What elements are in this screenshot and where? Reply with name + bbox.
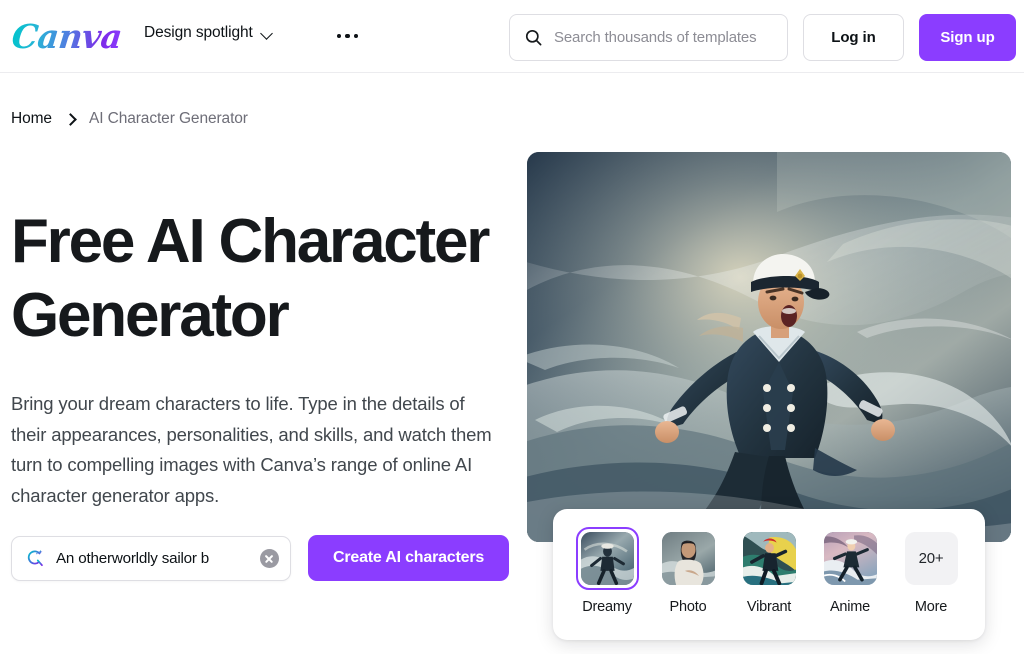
hero-image xyxy=(527,152,1011,542)
style-thumbnail-anime xyxy=(823,532,877,585)
style-thumb-frame xyxy=(657,527,720,590)
site-header: Canva Design spotlight Log in Sign up xyxy=(0,0,1024,73)
style-label: Vibrant xyxy=(746,599,792,615)
style-label: Photo xyxy=(669,599,707,615)
style-thumbnail-photo xyxy=(661,532,715,585)
style-thumb-frame xyxy=(575,527,639,590)
search-input[interactable] xyxy=(554,29,773,46)
hero-text-column: Free AI Character Generator Bring your d… xyxy=(11,205,511,511)
style-option-photo[interactable]: Photo xyxy=(656,527,721,615)
ellipsis-dot xyxy=(353,34,359,39)
signup-button[interactable]: Sign up xyxy=(919,14,1016,61)
page-root: Canva Design spotlight Log in Sign up Ho… xyxy=(0,0,1024,654)
style-thumbnail-vibrant xyxy=(742,532,796,585)
create-ai-characters-button[interactable]: Create AI characters xyxy=(308,535,510,581)
style-more-badge: 20+ xyxy=(904,532,958,585)
style-option-anime[interactable]: Anime xyxy=(818,527,883,615)
search-box[interactable] xyxy=(509,14,788,61)
hero-description: Bring your dream characters to life. Typ… xyxy=(11,393,492,506)
canva-logo-text: Canva xyxy=(9,16,124,56)
style-label: More xyxy=(914,599,948,615)
style-label: Dreamy xyxy=(582,599,632,615)
breadcrumb-current-page: AI Character Generator xyxy=(88,110,248,127)
login-button[interactable]: Log in xyxy=(803,14,904,61)
style-thumb-frame xyxy=(738,527,801,590)
style-thumb-frame: 20+ xyxy=(900,527,963,590)
magic-search-icon xyxy=(25,548,46,569)
ellipsis-dot xyxy=(337,34,342,39)
style-thumbnail-dreamy xyxy=(580,532,634,585)
style-option-dreamy[interactable]: Dreamy xyxy=(575,527,640,615)
nav-design-spotlight-label: Design spotlight xyxy=(144,24,253,41)
style-thumb-frame xyxy=(819,527,882,590)
style-picker: Dreamy Photo Vibrant Anime 20+ More xyxy=(553,509,985,640)
prompt-input-field[interactable]: An otherworldly sailor b xyxy=(11,535,291,581)
clear-prompt-button[interactable] xyxy=(260,548,279,568)
style-label: Anime xyxy=(829,599,871,615)
prompt-row: An otherworldly sailor b Create AI chara… xyxy=(11,535,510,581)
style-option-vibrant[interactable]: Vibrant xyxy=(737,527,802,615)
breadcrumb: Home AI Character Generator xyxy=(11,110,248,128)
search-icon xyxy=(524,28,543,47)
chevron-right-icon xyxy=(66,115,75,124)
chevron-down-icon xyxy=(261,28,273,40)
canva-logo[interactable]: Canva xyxy=(10,16,124,56)
ellipsis-dot xyxy=(345,34,350,39)
style-option-more[interactable]: 20+ More xyxy=(899,527,964,615)
nav-more-menu-button[interactable] xyxy=(333,30,362,42)
page-title: Free AI Character Generator xyxy=(11,207,490,350)
breadcrumb-home-link[interactable]: Home xyxy=(11,110,52,128)
prompt-input-value: An otherworldly sailor b xyxy=(56,549,210,567)
nav-design-spotlight[interactable]: Design spotlight xyxy=(144,24,273,42)
